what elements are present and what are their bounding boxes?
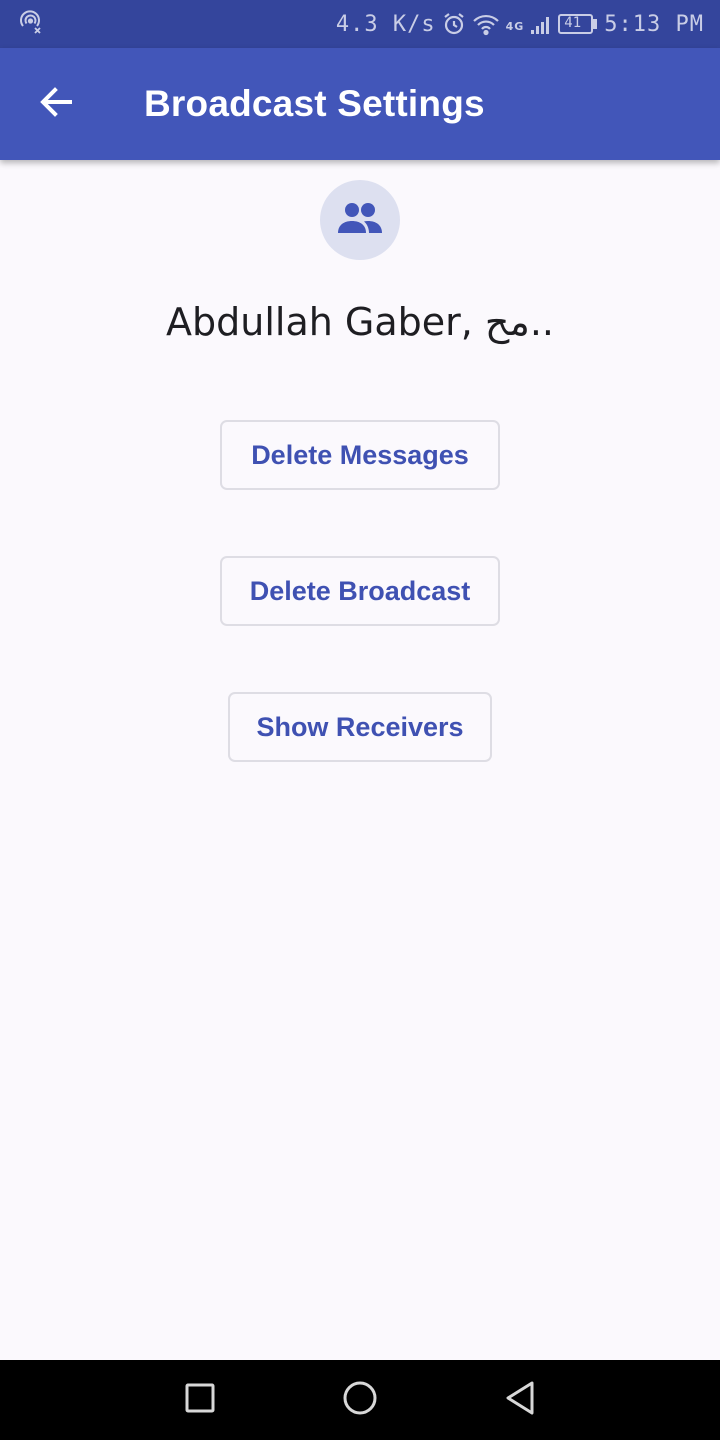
delete-messages-button[interactable]: Delete Messages xyxy=(220,420,500,490)
broadcast-recipients-title: Abdullah Gaber, مح.. xyxy=(166,300,554,344)
navigation-bar xyxy=(0,1360,720,1440)
status-bar: 4.3 K/s 4G 41 5:13 PM xyxy=(0,0,720,48)
hotspot-off-icon xyxy=(18,9,44,40)
back-icon xyxy=(503,1380,537,1421)
alarm-icon xyxy=(442,12,466,36)
network-type: 4G xyxy=(505,19,525,33)
network-speed: 4.3 K/s xyxy=(335,11,436,37)
recent-apps-icon xyxy=(184,1382,216,1419)
avatar xyxy=(320,180,400,260)
battery-icon: 41 xyxy=(558,13,598,35)
home-button[interactable] xyxy=(340,1380,380,1420)
arrow-left-icon xyxy=(38,84,74,125)
app-bar: Broadcast Settings xyxy=(0,48,720,160)
recent-apps-button[interactable] xyxy=(180,1380,220,1420)
back-button[interactable] xyxy=(24,72,88,136)
battery-level: 41 xyxy=(564,15,582,31)
show-receivers-button[interactable]: Show Receivers xyxy=(228,692,492,762)
clock: 5:13 PM xyxy=(604,11,704,37)
home-icon xyxy=(342,1380,378,1421)
nav-back-button[interactable] xyxy=(500,1380,540,1420)
delete-broadcast-button[interactable]: Delete Broadcast xyxy=(220,556,500,626)
signal-icon xyxy=(530,12,552,36)
page-title: Broadcast Settings xyxy=(144,83,485,124)
group-icon xyxy=(337,201,383,240)
wifi-icon xyxy=(472,12,500,36)
